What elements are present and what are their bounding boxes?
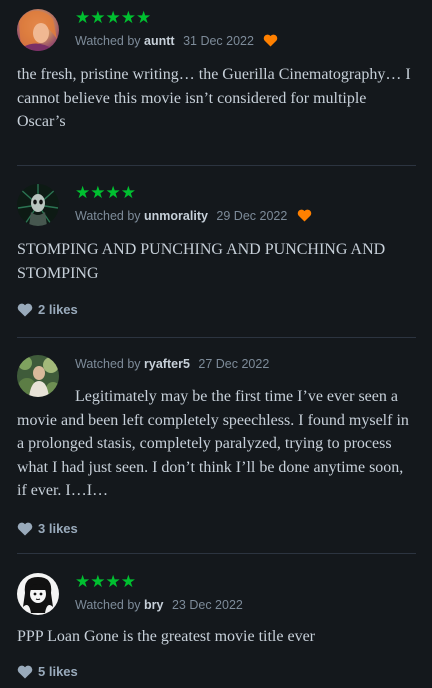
heart-icon [263,34,278,51]
watched-date: 23 Dec 2022 [171,598,243,612]
avatar[interactable] [17,355,59,397]
review-card: ★★★★★ Watched by auntt 31 Dec 2022 the f… [17,9,416,134]
star-rating: ★★★★★ [75,8,152,27]
heart-icon [17,303,33,322]
heart-icon [297,209,312,226]
review-meta: ★★★★ Watched by unmorality 29 Dec 2022 [75,184,416,226]
review-text[interactable]: the fresh, pristine writing… the Guerill… [17,63,416,134]
review-card: Watched by ryafter5 27 Dec 2022 Legitima… [17,355,416,538]
avatar[interactable] [17,184,59,226]
review-header: ★★★★ Watched by bry 23 Dec 2022 [17,573,416,619]
review-header: ★★★★★ Watched by auntt 31 Dec 2022 [17,9,416,55]
heart-icon [17,665,33,684]
avatar[interactable] [17,9,59,51]
review-header: ★★★★ Watched by unmorality 29 Dec 2022 [17,184,416,230]
star-rating: ★★★★ [75,572,136,591]
heart-icon [17,522,33,541]
watched-date: 27 Dec 2022 [198,357,270,371]
likes-label: 5 likes [38,663,78,679]
review-meta: ★★★★ Watched by bry 23 Dec 2022 [75,573,416,613]
watched-prefix: Watched by [75,598,141,612]
watched-prefix: Watched by [75,34,141,48]
likes-count[interactable]: 3 likes [17,520,416,538]
watched-prefix: Watched by [75,209,141,223]
review-header: Watched by ryafter5 27 Dec 2022 [17,355,416,397]
likes-count[interactable]: 2 likes [17,301,416,319]
review-meta: ★★★★★ Watched by auntt 31 Dec 2022 [75,9,416,51]
likes-count[interactable]: 5 likes [17,663,416,681]
review-text[interactable]: Legitimately may be the first time I’ve … [17,385,416,503]
review-card: ★★★★ Watched by bry 23 Dec 2022 PPP Loan… [17,573,416,681]
watched-date: 31 Dec 2022 [183,34,254,48]
star-rating: ★★★★ [75,183,136,202]
username[interactable]: auntt [144,34,175,48]
divider [17,337,416,338]
likes-label: 2 likes [38,302,78,317]
username[interactable]: unmorality [144,209,208,223]
review-meta: Watched by ryafter5 27 Dec 2022 [75,355,416,372]
watched-line: Watched by bry 23 Dec 2022 [75,597,416,613]
watched-date: 29 Dec 2022 [216,209,288,223]
watched-line: Watched by ryafter5 27 Dec 2022 [75,356,416,372]
review-card: ★★★★ Watched by unmorality 29 Dec 2022 S… [17,184,416,319]
review-text[interactable]: STOMPING AND PUNCHING AND PUNCHING AND S… [17,238,416,285]
reviews-feed: ★★★★★ Watched by auntt 31 Dec 2022 the f… [0,0,432,688]
watched-prefix: Watched by [75,357,141,371]
divider [17,553,416,554]
watched-line: Watched by auntt 31 Dec 2022 [75,33,416,51]
username[interactable]: ryafter5 [144,357,190,371]
avatar[interactable] [17,573,59,615]
review-text-content: Legitimately may be the first time I’ve … [17,388,409,499]
review-text[interactable]: PPP Loan Gone is the greatest movie titl… [17,625,416,649]
watched-line: Watched by unmorality 29 Dec 2022 [75,208,416,226]
divider [17,165,416,166]
username[interactable]: bry [144,598,163,612]
likes-label: 3 likes [38,520,78,536]
